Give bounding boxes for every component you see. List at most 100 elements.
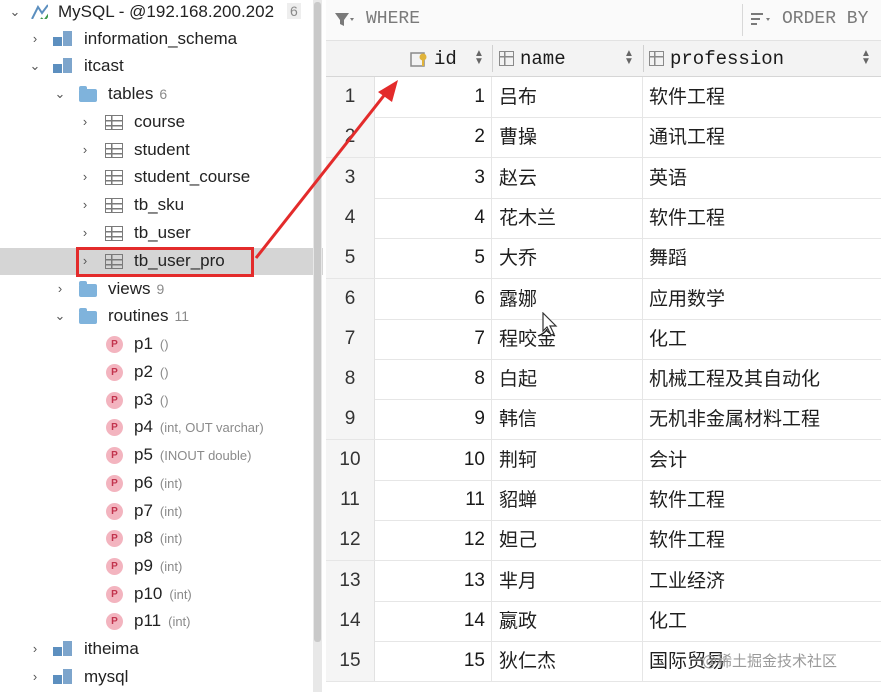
cell-name[interactable]: 狄仁杰 [492,641,643,682]
filter-icon[interactable] [334,12,354,28]
cell-profession[interactable]: 软件工程 [643,480,881,520]
tree-routine-p7[interactable]: P p7 (int) [0,498,323,525]
cell-profession[interactable]: 工业经济 [643,561,881,601]
tree-routine-p5[interactable]: P p5 (INOUT double) [0,442,323,469]
tree-routine-p11[interactable]: P p11 (int) [0,608,323,635]
table-row[interactable]: 1 1 吕布 软件工程 [326,77,881,118]
chevron-right-icon[interactable]: › [53,282,67,296]
cell-id[interactable]: 14 [374,600,492,641]
row-number-cell[interactable]: 10 [326,439,375,480]
cell-name[interactable]: 白起 [492,359,643,400]
sort-order-icon[interactable] [751,12,773,28]
row-number-cell[interactable]: 4 [326,197,375,238]
cell-id[interactable]: 13 [374,560,492,601]
cell-profession[interactable]: 软件工程 [643,520,881,560]
chevron-right-icon[interactable]: › [78,170,92,184]
tree-schema-itheima[interactable]: › itheima [0,636,323,663]
tree-table-student[interactable]: › student [0,137,323,164]
cell-profession[interactable]: 机械工程及其自动化 [643,359,881,399]
table-row[interactable]: 6 6 露娜 应用数学 [326,278,881,320]
tree-folder-routines[interactable]: ⌄ routines 11 [0,303,323,330]
cell-id[interactable]: 12 [374,520,492,561]
cell-name[interactable]: 妲己 [492,520,643,561]
cell-name[interactable]: 貂蝉 [492,480,643,520]
cell-id[interactable]: 1 [374,77,492,117]
tree-folder-views[interactable]: › views 9 [0,276,323,303]
row-number-cell[interactable]: 13 [326,560,375,601]
table-row[interactable]: 7 7 程咬金 化工 [326,318,881,360]
cell-id[interactable]: 3 [374,157,492,198]
chevron-down-icon[interactable]: ⌄ [53,87,67,101]
cell-name[interactable]: 荆轲 [492,439,643,480]
cell-id[interactable]: 9 [374,399,492,440]
row-number-cell[interactable]: 1 [326,77,375,117]
cell-name[interactable]: 吕布 [492,77,643,117]
where-filter-input[interactable]: WHERE [366,9,420,29]
sort-toggle-icon[interactable]: ▲ ▼ [861,49,871,67]
row-number-cell[interactable]: 12 [326,520,375,561]
row-number-cell[interactable]: 14 [326,600,375,641]
chevron-right-icon[interactable]: › [78,115,92,129]
cell-profession[interactable]: 无机非金属材料工程 [643,399,881,439]
table-row[interactable]: 9 9 韩信 无机非金属材料工程 [326,399,881,441]
cell-profession[interactable]: 通讯工程 [643,117,881,157]
chevron-down-icon[interactable]: ⌄ [28,59,42,73]
cell-id[interactable]: 5 [374,238,492,279]
sort-toggle-icon[interactable]: ▲ ▼ [624,49,634,67]
chevron-right-icon[interactable]: › [28,32,42,46]
table-row[interactable]: 13 13 芈月 工业经济 [326,560,881,602]
chevron-right-icon[interactable]: › [28,642,42,656]
cell-name[interactable]: 芈月 [492,560,643,601]
table-row[interactable]: 2 2 曹操 通讯工程 [326,117,881,159]
tree-routine-p9[interactable]: P p9 (int) [0,553,323,580]
cell-name[interactable]: 露娜 [492,278,643,319]
cell-name[interactable]: 程咬金 [492,318,643,359]
table-row[interactable]: 10 10 荆轲 会计 [326,439,881,481]
column-divider[interactable] [643,45,644,72]
row-number-cell[interactable]: 7 [326,318,375,359]
tree-routine-p10[interactable]: P p10 (int) [0,581,323,608]
cell-profession[interactable]: 软件工程 [643,198,881,238]
table-row[interactable]: 14 14 嬴政 化工 [326,600,881,642]
cell-id[interactable]: 6 [374,278,492,319]
chevron-right-icon[interactable]: › [28,670,42,684]
tree-table-course[interactable]: › course [0,109,323,136]
table-row[interactable]: 8 8 白起 机械工程及其自动化 [326,359,881,401]
tree-routine-p3[interactable]: P p3() [0,387,323,414]
cell-id[interactable]: 11 [374,480,492,520]
row-number-cell[interactable]: 8 [326,359,375,400]
table-row[interactable]: 3 3 赵云 英语 [326,157,881,199]
tree-table-tb-sku[interactable]: › tb_sku [0,192,323,219]
column-header-name[interactable]: name [499,41,566,76]
chevron-right-icon[interactable]: › [78,254,92,268]
cell-profession[interactable]: 会计 [643,440,881,480]
cell-id[interactable]: 7 [374,318,492,359]
row-number-cell[interactable]: 5 [326,238,375,279]
cell-name[interactable]: 曹操 [492,117,643,158]
tree-table-student-course[interactable]: › student_course [0,164,323,191]
chevron-right-icon[interactable]: › [78,198,92,212]
cell-name[interactable]: 韩信 [492,399,643,440]
tree-scrollbar-thumb[interactable] [314,2,321,642]
cell-profession[interactable]: 舞蹈 [643,238,881,278]
tree-folder-tables[interactable]: ⌄ tables 6 [0,81,323,108]
cell-profession[interactable]: 化工 [643,601,881,641]
tree-table-tb-user[interactable]: › tb_user [0,220,323,247]
tree-routine-p6[interactable]: P p6 (int) [0,470,323,497]
sort-toggle-icon[interactable]: ▲ ▼ [474,49,484,67]
order-by-input[interactable]: ORDER BY [782,9,868,29]
cell-profession[interactable]: 应用数学 [643,279,881,319]
table-row[interactable]: 11 11 貂蝉 软件工程 [326,480,881,521]
tree-table-tb-user-pro[interactable]: › tb_user_pro [0,248,323,275]
cell-profession[interactable]: 英语 [643,158,881,198]
cell-name[interactable]: 赵云 [492,157,643,198]
tree-schema-itcast[interactable]: ⌄ itcast [0,53,323,80]
tree-schema-mysql[interactable]: › mysql [0,664,323,691]
row-number-cell[interactable]: 2 [326,117,375,158]
cell-id[interactable]: 8 [374,359,492,400]
row-number-cell[interactable]: 15 [326,641,375,682]
chevron-down-icon[interactable]: ⌄ [53,309,67,323]
table-row[interactable]: 5 5 大乔 舞蹈 [326,238,881,280]
chevron-down-icon[interactable]: ⌄ [8,5,22,19]
cell-profession[interactable]: 化工 [643,319,881,359]
